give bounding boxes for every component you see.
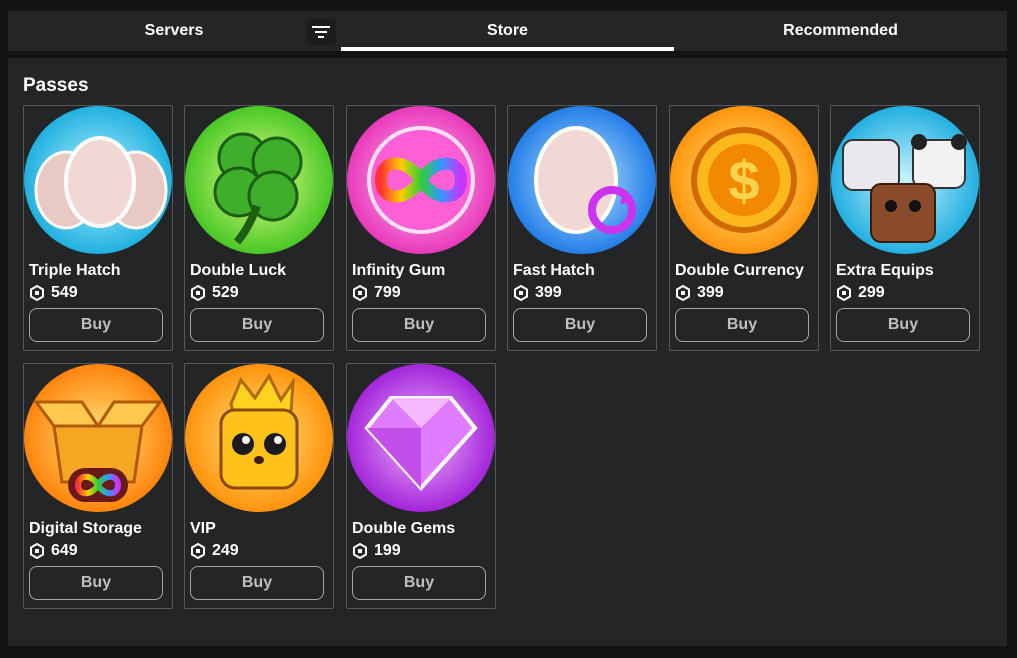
robux-icon — [30, 285, 44, 301]
tab-store[interactable]: Store — [341, 11, 674, 51]
pass-price: 799 — [352, 284, 401, 302]
filter-button[interactable] — [306, 19, 336, 45]
pass-name: VIP — [190, 520, 216, 537]
section-title: Passes — [23, 75, 89, 96]
buy-button[interactable]: Buy — [513, 308, 647, 342]
robux-icon — [353, 543, 367, 559]
tab-bar: Servers Store Recommended — [8, 11, 1007, 51]
pass-name: Double Currency — [675, 262, 804, 279]
pass-name: Double Luck — [190, 262, 287, 279]
price-value: 799 — [374, 284, 401, 301]
pass-card-digital-storage: Digital Storage 649 Buy — [23, 363, 173, 609]
pass-price: 299 — [836, 284, 885, 302]
pass-card-vip: VIP 249 Buy — [184, 363, 334, 609]
buy-button[interactable]: Buy — [29, 566, 163, 600]
triple-eggs-icon — [24, 106, 172, 254]
tab-recommended[interactable]: Recommended — [674, 11, 1007, 51]
robux-icon — [191, 285, 205, 301]
crowned-yellow-pet-icon — [185, 364, 333, 512]
egg-with-refresh-arrows-icon — [508, 106, 656, 254]
buy-button[interactable]: Buy — [190, 566, 324, 600]
pass-name: Extra Equips — [836, 262, 934, 279]
buy-button[interactable]: Buy — [29, 308, 163, 342]
buy-button[interactable]: Buy — [352, 566, 486, 600]
pass-card-double-gems: Double Gems 199 Buy — [346, 363, 496, 609]
tab-servers[interactable]: Servers — [8, 11, 340, 51]
pass-price: 249 — [190, 542, 239, 560]
price-value: 529 — [212, 284, 239, 301]
buy-button[interactable]: Buy — [190, 308, 324, 342]
purple-gem-icon — [347, 364, 495, 512]
robux-icon — [676, 285, 690, 301]
pass-card-triple-hatch: Triple Hatch 549 Buy — [23, 105, 173, 351]
pass-price: 529 — [190, 284, 239, 302]
price-value: 399 — [535, 284, 562, 301]
pass-name: Double Gems — [352, 520, 456, 537]
pass-price: 399 — [675, 284, 724, 302]
pass-price: 649 — [29, 542, 78, 560]
pass-price: 399 — [513, 284, 562, 302]
pass-card-double-luck: Double Luck 529 Buy — [184, 105, 334, 351]
buy-button[interactable]: Buy — [675, 308, 809, 342]
pass-price: 199 — [352, 542, 401, 560]
buy-button[interactable]: Buy — [836, 308, 970, 342]
svg-text:$: $ — [728, 149, 759, 212]
rainbow-infinity-bubble-icon — [347, 106, 495, 254]
cat-panda-dog-pets-icon — [831, 106, 979, 254]
buy-button[interactable]: Buy — [352, 308, 486, 342]
robux-icon — [837, 285, 851, 301]
pass-name: Infinity Gum — [352, 262, 446, 279]
price-value: 299 — [858, 284, 885, 301]
pass-price: 549 — [29, 284, 78, 302]
price-value: 199 — [374, 542, 401, 559]
pass-card-extra-equips: Extra Equips 299 Buy — [830, 105, 980, 351]
price-value: 549 — [51, 284, 78, 301]
robux-icon — [514, 285, 528, 301]
four-leaf-clover-icon — [185, 106, 333, 254]
pass-name: Fast Hatch — [513, 262, 595, 279]
price-value: 249 — [212, 542, 239, 559]
pass-card-double-currency: $ Double Currency 399 Buy — [669, 105, 819, 351]
filter-icon — [312, 26, 330, 38]
price-value: 399 — [697, 284, 724, 301]
pass-card-fast-hatch: Fast Hatch 399 Buy — [507, 105, 657, 351]
pass-card-infinity-gum: Infinity Gum 799 Buy — [346, 105, 496, 351]
open-box-with-infinity-icon — [24, 364, 172, 512]
robux-icon — [30, 543, 44, 559]
price-value: 649 — [51, 542, 78, 559]
gold-dollar-coin-icon: $ — [670, 106, 818, 254]
store-panel: Passes Triple Hatch 549 Buy Double Luck … — [8, 58, 1007, 646]
pass-name: Triple Hatch — [29, 262, 121, 279]
robux-icon — [191, 543, 205, 559]
robux-icon — [353, 285, 367, 301]
pass-name: Digital Storage — [29, 520, 142, 537]
